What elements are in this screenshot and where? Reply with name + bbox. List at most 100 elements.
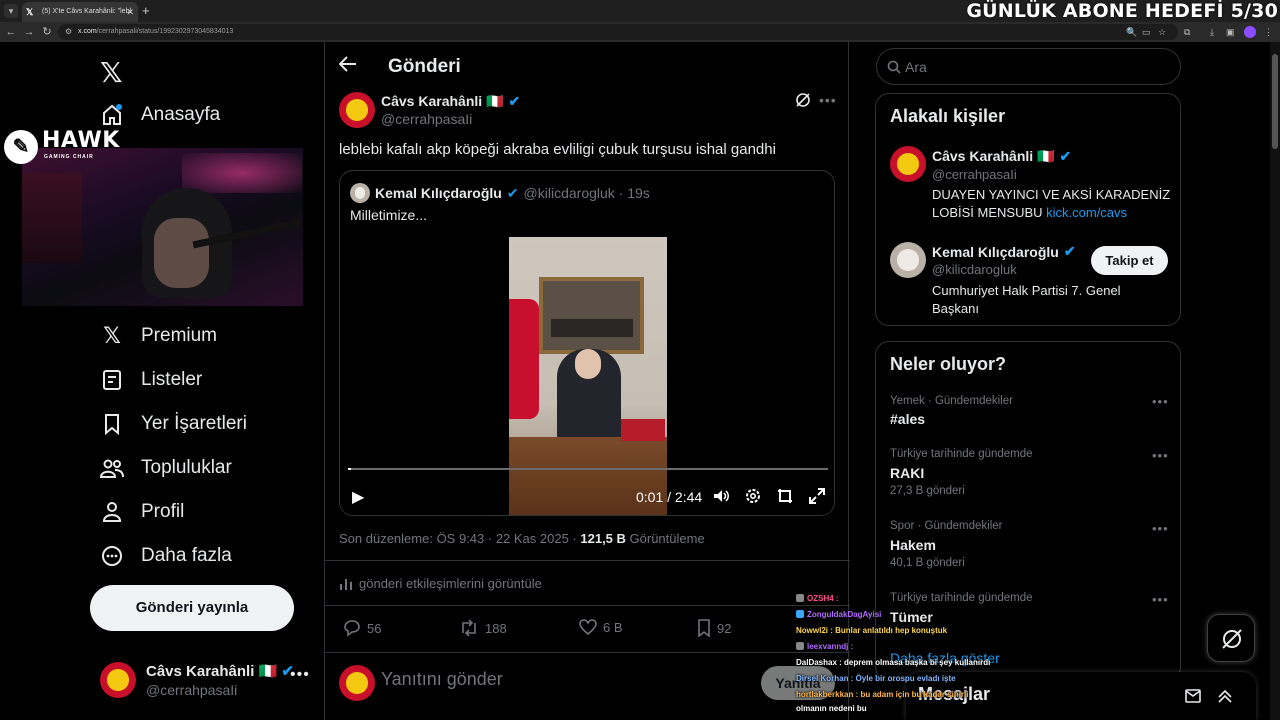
trend-meta: Yemek · Gündemdekiler — [890, 395, 1013, 407]
trend-name[interactable]: #ales — [890, 411, 925, 427]
tab-title: (5) X'te Câvs Karahânli: "lebl — [42, 8, 132, 15]
profile-icon[interactable] — [1244, 26, 1256, 38]
related-person-handle: @kilicdarogluk — [932, 262, 1017, 277]
trend-more-icon[interactable]: ••• — [1152, 394, 1169, 409]
new-message-icon[interactable] — [1185, 688, 1203, 704]
menu-icon[interactable]: ⋮ — [1264, 26, 1273, 38]
download-icon[interactable]: ⤓ — [1210, 26, 1214, 38]
play-icon[interactable]: ▶ — [352, 487, 364, 507]
account-avatar[interactable] — [100, 662, 136, 698]
nav-profile-label: Profil — [141, 501, 185, 522]
quoted-author-avatar[interactable] — [350, 183, 370, 203]
x-logo-icon[interactable]: 𝕏 — [100, 56, 123, 89]
verified-badge-icon: ✔ — [506, 184, 519, 201]
bookmark-star-icon[interactable]: ☆ — [1158, 26, 1166, 38]
author-name[interactable]: Câvs Karahânli 🇮🇹 ✔ — [381, 93, 520, 110]
nav-lists[interactable]: Listeler — [100, 365, 202, 395]
quoted-author-name[interactable]: Kemal Kılıçdaroğlu — [375, 185, 502, 201]
related-person-avatar[interactable] — [890, 242, 926, 278]
tab-search-button[interactable]: ▾ — [4, 4, 18, 18]
nav-home[interactable]: Anasayfa — [100, 100, 220, 130]
browser-tab[interactable]: 𝕏 (5) X'te Câvs Karahânli: "lebl ✕ — [22, 2, 138, 22]
video-progress-fill — [348, 468, 351, 470]
settings-gear-icon[interactable] — [744, 487, 764, 507]
related-person-name[interactable]: Kemal Kılıçdaroğlu ✔ — [932, 243, 1076, 260]
grok-icon — [1222, 629, 1242, 649]
bookmark-icon — [698, 619, 710, 637]
trend-name[interactable]: Tümer — [890, 609, 933, 625]
nav-premium[interactable]: 𝕏 Premium — [100, 321, 217, 351]
related-person-bio: DUAYEN YAYINCI VE AKSİ KARADENİZ LOBİSİ … — [932, 187, 1171, 220]
tweet-actions: 56 188 6 B 92 — [339, 619, 819, 641]
trend-meta: Spor · Gündemdekiler — [890, 520, 1003, 532]
sponsor-subtitle: GAMING CHAIR — [44, 154, 94, 160]
reply-input[interactable]: Yanıtını gönder — [381, 669, 503, 690]
communities-icon — [100, 456, 124, 480]
nav-more[interactable]: Daha fazla — [100, 541, 232, 571]
sponsor-title: HAWK — [42, 128, 120, 153]
forward-nav-icon[interactable]: → — [22, 25, 36, 39]
search-icon — [887, 60, 901, 74]
post-button[interactable]: Gönderi yayınla — [90, 585, 294, 631]
back-arrow-icon[interactable] — [338, 56, 357, 77]
address-bar: ← → ↻ ⚙ x.com/cerrahpasali/status/199230… — [0, 22, 1280, 42]
repost-action[interactable]: 188 — [459, 619, 507, 637]
pip-icon[interactable] — [776, 487, 796, 507]
extensions-icon[interactable]: ⧉ — [1184, 26, 1190, 38]
tweet-more-icon[interactable]: ••• — [819, 92, 837, 108]
page-scrollbar[interactable] — [1270, 42, 1280, 720]
x-premium-icon: 𝕏 — [103, 323, 121, 349]
expand-chevron-icon[interactable] — [1217, 688, 1233, 704]
bookmark-action[interactable]: 92 — [697, 619, 731, 637]
follow-button[interactable]: Takip et — [1091, 246, 1168, 275]
view-engagements-link[interactable]: gönderi etkileşimlerini görüntüle — [339, 576, 542, 591]
hawk-logo-icon: ✎ — [4, 130, 38, 164]
related-person-avatar[interactable] — [890, 146, 926, 182]
zoom-icon[interactable]: 🔍 — [1126, 26, 1137, 38]
video-player[interactable]: ▶ 0:01 / 2:44 — [340, 231, 834, 515]
nav-lists-label: Listeler — [141, 369, 203, 390]
url-field[interactable]: ⚙ x.com/cerrahpasali/status/199230297304… — [58, 24, 1178, 40]
nav-communities-label: Topluluklar — [141, 457, 232, 478]
related-person-name[interactable]: Câvs Karahânli 🇮🇹 ✔ — [932, 148, 1071, 165]
related-people-panel: Alakalı kişiler Câvs Karahânli 🇮🇹 ✔ @cerr… — [875, 93, 1181, 326]
like-action[interactable]: 6 B — [579, 619, 623, 635]
trend-more-icon[interactable]: ••• — [1152, 592, 1169, 607]
reload-icon[interactable]: ↻ — [40, 25, 54, 39]
nav-profile[interactable]: Profil — [100, 497, 184, 527]
author-handle[interactable]: @cerrahpasaIi — [381, 111, 472, 127]
video-time: 0:01 / 2:44 — [636, 489, 703, 505]
back-nav-icon[interactable]: ← — [4, 25, 18, 39]
nav-bookmarks[interactable]: Yer İşaretleri — [100, 409, 247, 439]
trend-more-icon[interactable]: ••• — [1152, 448, 1169, 463]
nav-communities[interactable]: Topluluklar — [100, 453, 232, 483]
quoted-tweet-text: Milletimize... — [350, 207, 428, 223]
trend-name[interactable]: RAKI — [890, 465, 924, 481]
close-tab-icon[interactable]: ✕ — [126, 2, 134, 22]
tweet-text: leblebi kafalı akp köpeği akraba evlilig… — [339, 141, 776, 158]
cast-icon[interactable]: ▭ — [1142, 26, 1151, 38]
search-input[interactable]: Ara — [876, 48, 1181, 85]
account-name: Câvs Karahânli 🇮🇹 ✔ — [146, 663, 294, 680]
nav-premium-label: Premium — [141, 325, 218, 346]
reply-action[interactable]: 56 — [343, 619, 381, 637]
trend-name[interactable]: Hakem — [890, 537, 936, 553]
new-tab-icon[interactable]: + — [142, 3, 150, 19]
chat-message: DalDashax : deprem olmasa başka bi şey k… — [796, 658, 991, 667]
video-progress-bar[interactable] — [348, 468, 828, 470]
grok-icon[interactable] — [795, 92, 811, 108]
chat-message: Dirsel Korhan : Öyle bir orospu evladı i… — [796, 674, 956, 683]
volume-icon[interactable] — [712, 487, 732, 507]
fullscreen-icon[interactable] — [808, 487, 828, 507]
quoted-tweet[interactable]: Kemal Kılıçdaroğlu ✔ @kilicdarogluk · 19… — [339, 170, 835, 516]
site-info-icon[interactable]: ⚙ — [65, 24, 72, 40]
streamer-webcam — [22, 148, 303, 306]
author-avatar[interactable] — [339, 92, 375, 128]
account-more-icon[interactable]: ••• — [290, 666, 310, 684]
bio-link[interactable]: kick.com/cavs — [1046, 205, 1127, 220]
trend-more-icon[interactable]: ••• — [1152, 521, 1169, 536]
browser-tab-strip: ▾ 𝕏 (5) X'te Câvs Karahânli: "lebl ✕ + G… — [0, 0, 1280, 22]
account-handle: @cerrahpasaIi — [146, 682, 238, 698]
extension-icon[interactable]: ▣ — [1226, 26, 1235, 38]
grok-button[interactable] — [1207, 614, 1255, 662]
